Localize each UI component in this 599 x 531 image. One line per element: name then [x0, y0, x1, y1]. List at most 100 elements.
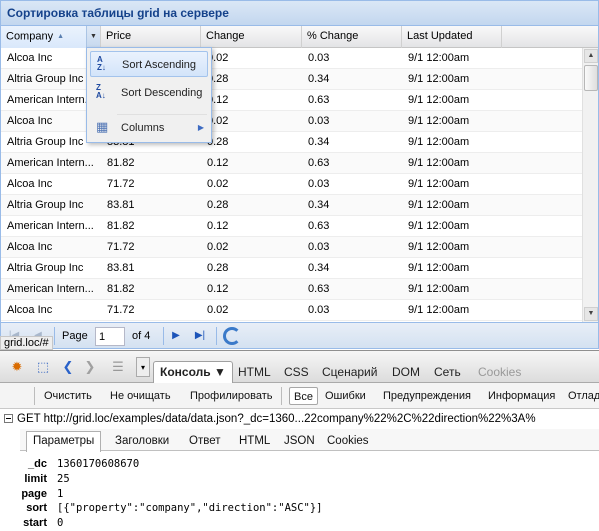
table-cell: 9/1 12:00am [408, 136, 470, 148]
menu-item-columns[interactable]: ▦ Columns ▶ [90, 115, 208, 141]
tab-cookies[interactable]: Cookies [321, 432, 375, 451]
clear-button[interactable]: Очистить [40, 387, 96, 405]
table-row[interactable]: American Intern... 81.82 0.12 0.63 9/1 12:00… [1, 153, 584, 174]
tab-console[interactable]: Консоль ▼ [153, 361, 233, 383]
table-row[interactable]: Alcoa Inc 71.72 0.02 0.03 9/1 12:00am [1, 237, 584, 258]
table-cell: 0.02 [207, 241, 229, 253]
tab-dom[interactable]: DOM [386, 362, 426, 382]
scroll-down-icon[interactable]: ▼ [584, 307, 598, 321]
table-cell: 0.34 [308, 73, 330, 85]
pager-separator [163, 327, 164, 345]
table-cell: 0.03 [308, 52, 330, 64]
submenu-arrow-icon: ▶ [197, 123, 204, 132]
param-key: _dc [28, 458, 47, 470]
table-row[interactable]: Altria Group Inc 83.81 0.28 0.34 9/1 12:00am [1, 195, 584, 216]
tab-response[interactable]: Ответ [183, 432, 226, 451]
param-row: limit 25 [0, 472, 599, 487]
column-header-last-updated[interactable]: Last Updated [402, 26, 502, 48]
table-row[interactable]: Altria Group Inc 83.81 0.28 0.34 9/1 12:00am [1, 258, 584, 279]
column-header-label: % Change [307, 30, 359, 42]
request-row[interactable]: GET http://grid.loc/examples/data/data.j… [0, 409, 599, 429]
param-key: start [23, 517, 47, 530]
persist-button[interactable]: Не очищать [106, 387, 175, 405]
table-cell: 9/1 12:00am [408, 220, 470, 232]
table-cell: 71.72 [107, 304, 135, 316]
collapse-icon[interactable] [4, 414, 13, 423]
forward-icon[interactable]: ❯ [84, 359, 96, 375]
table-cell: 0.28 [207, 73, 229, 85]
grid-title: Сортировка таблицы grid на сервере [1, 1, 598, 26]
param-value: 25 [57, 472, 70, 485]
table-row[interactable]: Alcoa Inc 71.72 0.02 0.03 9/1 12:00am [1, 300, 584, 321]
table-cell: Altria Group Inc [7, 199, 84, 211]
table-row[interactable]: Alcoa Inc 71.72 0.02 0.03 9/1 12:00am [1, 174, 584, 195]
table-cell: 0.28 [207, 136, 229, 148]
panel-list-icon[interactable]: ☰ [108, 359, 128, 375]
table-cell: 0.34 [308, 262, 330, 274]
table-cell: 0.02 [207, 304, 229, 316]
inspect-element-icon[interactable]: ⬚ [34, 359, 52, 375]
request-url: GET http://grid.loc/examples/data/data.j… [17, 413, 536, 425]
table-cell: 0.12 [207, 283, 229, 295]
tab-network[interactable]: Сеть [428, 362, 467, 382]
menu-item-sort-ascending[interactable]: A Z↓ Sort Ascending [90, 51, 208, 77]
filter-warnings-button[interactable]: Предупреждения [379, 387, 475, 405]
next-page-icon[interactable]: ▶ [169, 329, 183, 343]
column-header-change[interactable]: Change [201, 26, 302, 48]
tab-headers[interactable]: Заголовки [109, 432, 175, 451]
table-cell: American Intern... [7, 220, 94, 232]
table-cell: 83.81 [107, 199, 135, 211]
table-cell: 9/1 12:00am [408, 178, 470, 190]
filter-debug-button[interactable]: Отлад [564, 387, 599, 405]
column-header-price[interactable]: Price [101, 26, 201, 48]
table-cell: 0.03 [308, 178, 330, 190]
menu-item-sort-descending[interactable]: Z A↓ Sort Descending [90, 80, 208, 106]
page-number-input[interactable] [95, 327, 125, 346]
tab-params[interactable]: Параметры [26, 431, 102, 452]
table-cell: 0.28 [207, 262, 229, 274]
menu-item-label: Sort Ascending [122, 59, 196, 71]
table-row[interactable]: American Intern... 81.82 0.12 0.63 9/1 12:00… [1, 216, 584, 237]
table-cell: 0.28 [207, 199, 229, 211]
vertical-scrollbar[interactable]: ▲ ▼ [582, 48, 598, 322]
page-label: Page [62, 330, 88, 342]
tab-html[interactable]: HTML [232, 362, 277, 382]
filter-all-button[interactable]: Все [289, 387, 318, 405]
table-cell: Alcoa Inc [7, 241, 53, 253]
table-cell: 81.82 [107, 220, 135, 232]
firebug-toolbar: ✹ ⬚ ❮ ❯ ☰ ▾ Консоль ▼ HTML CSS Сценарий … [0, 351, 599, 383]
column-header-company[interactable]: Company ▲ ▼ [1, 26, 101, 48]
table-cell: 0.63 [308, 94, 330, 106]
table-row[interactable]: American Intern... 81.82 0.12 0.63 9/1 12:00… [1, 279, 584, 300]
column-menu-trigger-icon[interactable]: ▼ [86, 26, 100, 47]
filter-errors-button[interactable]: Ошибки [321, 387, 370, 405]
scroll-up-icon[interactable]: ▲ [584, 49, 598, 63]
profile-button[interactable]: Профилировать [186, 387, 277, 405]
table-cell: Alcoa Inc [7, 304, 53, 316]
table-cell: 9/1 12:00am [408, 73, 470, 85]
tab-css[interactable]: CSS [278, 362, 315, 382]
column-header-percent-change[interactable]: % Change [302, 26, 402, 48]
table-cell: 0.12 [207, 157, 229, 169]
refresh-icon[interactable] [223, 327, 241, 345]
column-header-label: Price [106, 30, 132, 42]
tab-script[interactable]: Сценарий [316, 362, 383, 382]
back-icon[interactable]: ❮ [62, 359, 74, 375]
param-key: page [21, 487, 47, 500]
panel-menu-icon[interactable]: ▾ [136, 357, 150, 377]
table-cell: American Intern... [7, 157, 94, 169]
scroll-thumb[interactable] [584, 65, 598, 91]
page-count: of 4 [132, 330, 151, 342]
param-row: page 1 [0, 487, 599, 502]
table-cell: 9/1 12:00am [408, 304, 470, 316]
last-page-icon[interactable]: ▶| [193, 329, 207, 343]
table-cell: 0.02 [207, 115, 229, 127]
table-cell: 9/1 12:00am [408, 199, 470, 211]
tab-html[interactable]: HTML [233, 432, 276, 451]
table-cell: 0.63 [308, 157, 330, 169]
tab-cookies[interactable]: Cookies [472, 362, 527, 382]
table-cell: 81.82 [107, 157, 135, 169]
firebug-bug-icon[interactable]: ✹ [8, 359, 26, 375]
tab-json[interactable]: JSON [278, 432, 321, 451]
filter-info-button[interactable]: Информация [484, 387, 559, 405]
